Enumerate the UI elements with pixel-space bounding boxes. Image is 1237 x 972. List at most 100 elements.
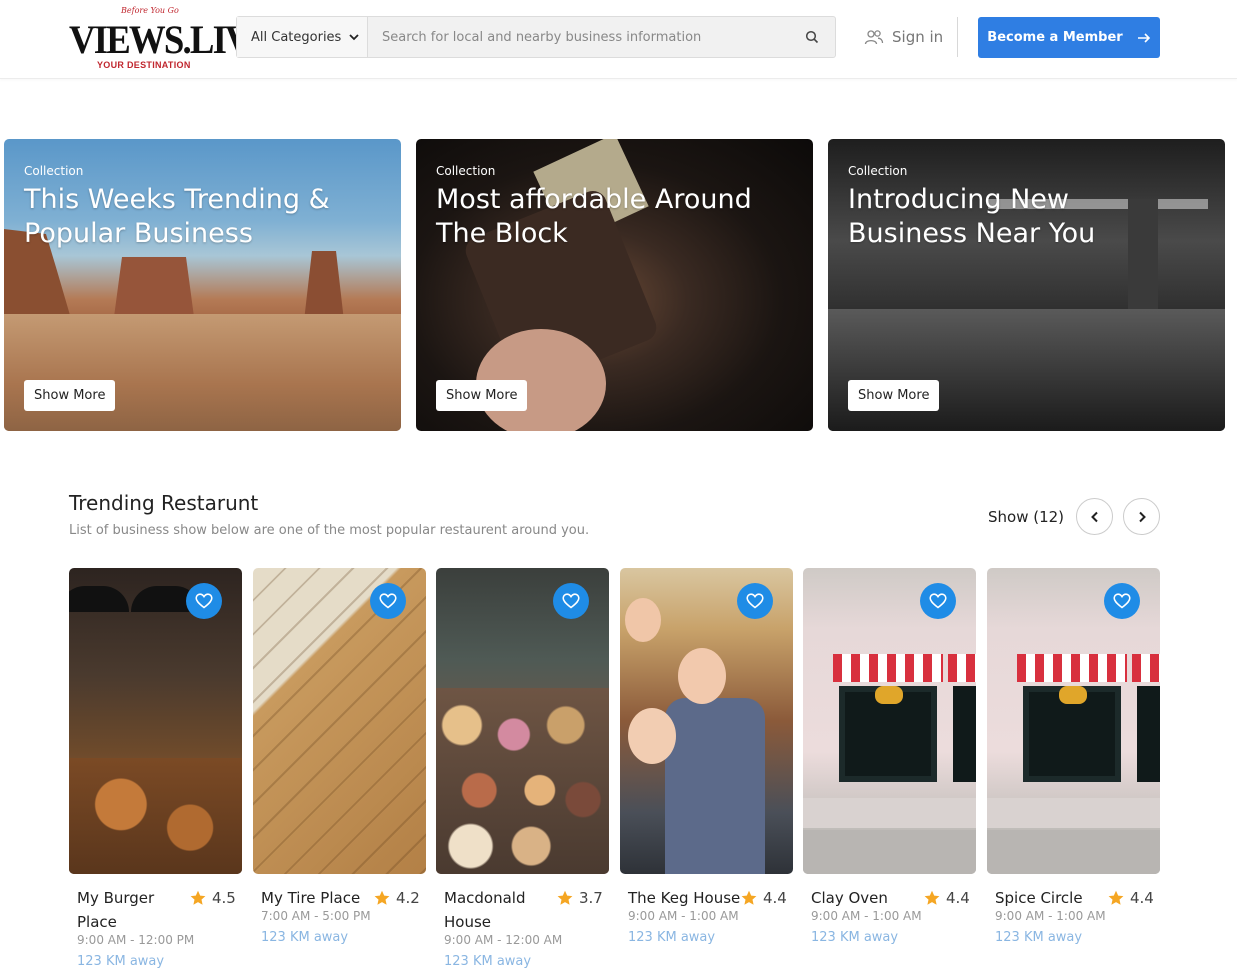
collection-title: Most affordable Around The Block	[436, 184, 752, 249]
image-detail	[69, 586, 129, 612]
rating-value: 3.7	[579, 889, 603, 907]
collection-title: Introducing New Business Near You	[848, 184, 1096, 249]
collection-image-detail	[4, 314, 401, 431]
image-detail	[803, 798, 976, 828]
collection-image-detail	[828, 309, 1225, 431]
section-title: Trending Restarunt	[69, 491, 259, 515]
business-hours: 7:00 AM - 5:00 PM	[261, 909, 371, 923]
star-icon	[557, 890, 573, 906]
rating-value: 4.5	[212, 889, 236, 907]
header-divider	[957, 17, 958, 57]
business-card[interactable]: My Tire Place 4.2 7:00 AM - 5:00 PM 123 …	[253, 568, 426, 972]
users-icon	[864, 29, 884, 45]
rating-value: 4.2	[396, 889, 420, 907]
image-detail	[948, 654, 976, 682]
business-distance: 123 KM away	[628, 930, 716, 945]
business-name[interactable]: My Burger Place	[77, 886, 189, 934]
search-icon[interactable]	[789, 17, 835, 57]
site-logo[interactable]: Before You Go VIEWS.LIVE YOUR DESTINATIO…	[69, 6, 274, 72]
category-select[interactable]: All Categories	[237, 17, 368, 57]
show-more-button[interactable]: Show More	[436, 380, 528, 411]
business-hours: 9:00 AM - 12:00 AM	[444, 933, 563, 947]
collection-kicker: Collection	[436, 164, 496, 178]
business-name[interactable]: The Keg House	[628, 886, 746, 910]
sign-in-label: Sign in	[892, 28, 944, 46]
favorite-button[interactable]	[1104, 583, 1140, 619]
image-detail	[875, 686, 903, 704]
carousel-prev-button[interactable]	[1076, 498, 1113, 535]
favorite-button[interactable]	[553, 583, 589, 619]
become-member-label: Become a Member	[987, 30, 1123, 45]
business-card[interactable]: Macdonald House 3.7 9:00 AM - 12:00 AM 1…	[436, 568, 609, 972]
business-name[interactable]: Clay Oven	[811, 886, 923, 910]
logo-tagline: Before You Go	[121, 6, 179, 15]
business-rating: 4.2	[374, 886, 420, 910]
collection-card-new-business[interactable]: Collection Introducing New Business Near…	[828, 139, 1225, 431]
search-bar: All Categories	[236, 16, 836, 58]
rating-value: 4.4	[763, 889, 787, 907]
business-hours: 9:00 AM - 1:00 AM	[995, 909, 1106, 923]
business-rating: 4.4	[924, 886, 970, 910]
image-detail	[987, 798, 1160, 828]
business-card[interactable]: The Keg House 4.4 9:00 AM - 1:00 AM 123 …	[620, 568, 793, 972]
star-icon	[924, 890, 940, 906]
image-detail	[625, 598, 661, 642]
image-detail	[436, 688, 609, 874]
business-card[interactable]: Clay Oven 4.4 9:00 AM - 1:00 AM 123 KM a…	[803, 568, 976, 972]
category-select-value: All Categories	[251, 29, 342, 45]
business-name[interactable]: My Tire Place	[261, 886, 373, 910]
show-more-button[interactable]: Show More	[24, 380, 116, 411]
heart-icon	[379, 593, 397, 609]
image-detail	[69, 758, 242, 874]
collection-title: This Weeks Trending & Popular Business	[24, 184, 330, 249]
favorite-button[interactable]	[370, 583, 406, 619]
business-rating: 4.4	[741, 886, 787, 910]
logo-subtitle: YOUR DESTINATION	[97, 60, 191, 70]
collection-card-affordable[interactable]: Collection Most affordable Around The Bl…	[416, 139, 813, 431]
favorite-button[interactable]	[737, 583, 773, 619]
rating-value: 4.4	[946, 889, 970, 907]
carousel-next-button[interactable]	[1123, 498, 1160, 535]
image-detail	[953, 686, 976, 782]
business-hours: 9:00 AM - 1:00 AM	[628, 909, 739, 923]
star-icon	[190, 890, 206, 906]
site-header: Before You Go VIEWS.LIVE YOUR DESTINATIO…	[0, 0, 1237, 79]
image-detail	[803, 830, 976, 874]
business-name[interactable]: Macdonald House	[444, 886, 556, 934]
image-detail	[678, 648, 726, 704]
star-icon	[374, 890, 390, 906]
arrow-right-icon	[1137, 32, 1151, 44]
image-detail	[1137, 686, 1160, 782]
heart-icon	[746, 593, 764, 609]
image-detail	[665, 698, 765, 874]
favorite-button[interactable]	[186, 583, 222, 619]
business-distance: 123 KM away	[444, 954, 532, 969]
image-detail	[1059, 686, 1087, 704]
image-detail	[1017, 654, 1127, 682]
business-distance: 123 KM away	[77, 954, 165, 969]
show-more-button[interactable]: Show More	[848, 380, 940, 411]
business-distance: 123 KM away	[811, 930, 899, 945]
heart-icon	[1113, 593, 1131, 609]
sign-in-link[interactable]: Sign in	[864, 24, 943, 50]
collection-kicker: Collection	[24, 164, 84, 178]
business-card[interactable]: My Burger Place 4.5 9:00 AM - 12:00 PM 1…	[69, 568, 242, 972]
business-rating: 3.7	[557, 886, 603, 910]
star-icon	[741, 890, 757, 906]
heart-icon	[929, 593, 947, 609]
business-card[interactable]: Spice Circle 4.4 9:00 AM - 1:00 AM 123 K…	[987, 568, 1160, 972]
business-distance: 123 KM away	[995, 930, 1083, 945]
chevron-right-icon	[1137, 511, 1147, 523]
business-rating: 4.5	[190, 886, 236, 910]
collection-card-trending[interactable]: Collection This Weeks Trending & Popular…	[4, 139, 401, 431]
show-count-link[interactable]: Show (12)	[988, 508, 1064, 526]
business-hours: 9:00 AM - 1:00 AM	[811, 909, 922, 923]
heart-icon	[195, 593, 213, 609]
search-input[interactable]	[368, 17, 789, 57]
business-name[interactable]: Spice Circle	[995, 886, 1107, 910]
image-detail	[987, 830, 1160, 874]
image-detail	[833, 654, 943, 682]
image-detail	[1132, 654, 1160, 682]
become-member-button[interactable]: Become a Member	[978, 17, 1160, 58]
favorite-button[interactable]	[920, 583, 956, 619]
